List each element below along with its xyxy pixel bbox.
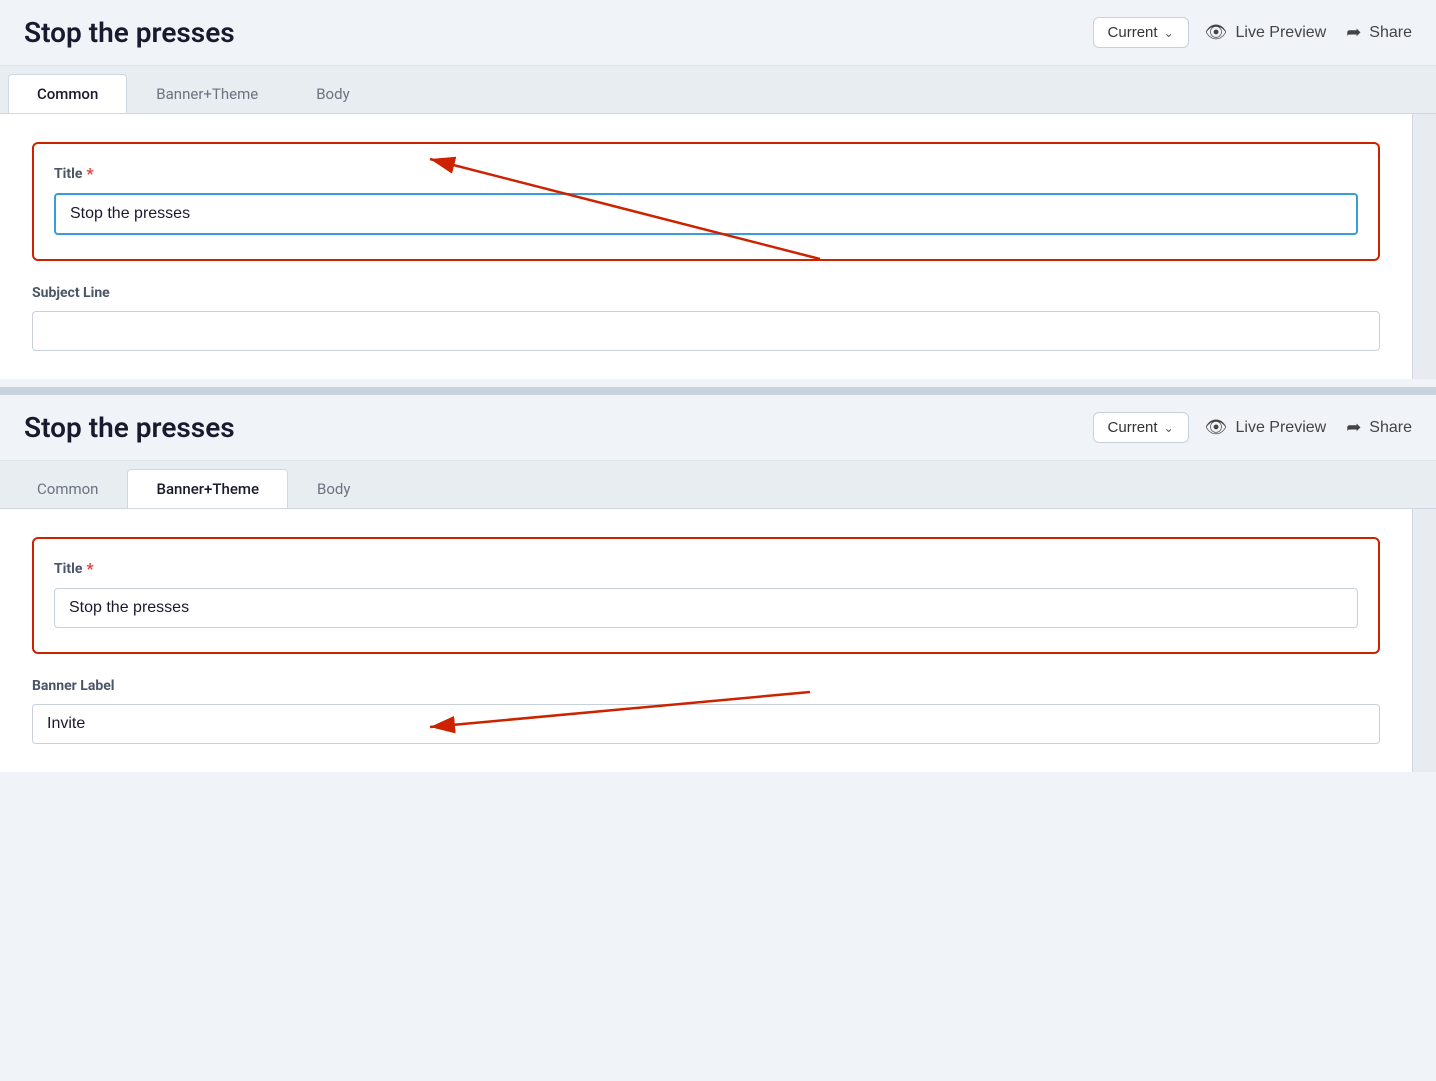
tab-common-bottom[interactable]: Common: [8, 469, 127, 508]
bottom-version-dropdown[interactable]: Current ⌄: [1093, 412, 1189, 443]
tab-common-top[interactable]: Common: [8, 74, 127, 113]
eye-icon: 👁: [1205, 22, 1228, 43]
bottom-panel: Stop the presses Current ⌄ 👁 Live Previe…: [0, 387, 1436, 772]
top-share-button[interactable]: ➦ Share: [1346, 22, 1412, 43]
panels-wrapper: Stop the presses Current ⌄ 👁 Live Previe…: [0, 0, 1436, 772]
bottom-title-input[interactable]: [54, 588, 1358, 628]
top-right-strip: [1412, 114, 1436, 379]
share-icon-bottom: ➦: [1346, 417, 1361, 438]
top-version-dropdown[interactable]: Current ⌄: [1093, 17, 1189, 48]
eye-icon-bottom: 👁: [1205, 417, 1228, 438]
top-header-actions: 👁 Live Preview ➦ Share: [1205, 22, 1412, 43]
top-panel: Stop the presses Current ⌄ 👁 Live Previe…: [0, 0, 1436, 379]
bottom-title-label: Title *: [54, 559, 1358, 578]
top-live-preview-button[interactable]: 👁 Live Preview: [1205, 22, 1327, 43]
bottom-live-preview-button[interactable]: 👁 Live Preview: [1205, 417, 1327, 438]
bottom-title-required-star: *: [86, 559, 93, 578]
tab-banner-theme-top[interactable]: Banner+Theme: [127, 74, 287, 113]
bottom-panel-title: Stop the presses: [24, 411, 1077, 444]
top-title-required-star: *: [86, 164, 93, 183]
top-subject-label: Subject Line: [32, 285, 1380, 301]
top-subject-section: Subject Line: [32, 285, 1380, 351]
bottom-main-content: Title * Banner Label: [0, 509, 1412, 772]
top-title-label: Title *: [54, 164, 1358, 183]
top-panel-title: Stop the presses: [24, 16, 1077, 49]
bottom-banner-label: Banner Label: [32, 678, 1380, 694]
bottom-banner-input[interactable]: [32, 704, 1380, 744]
bottom-title-highlighted: Title *: [32, 537, 1380, 654]
chevron-down-icon: ⌄: [1164, 26, 1174, 40]
top-title-input[interactable]: [54, 193, 1358, 235]
bottom-share-button[interactable]: ➦ Share: [1346, 417, 1412, 438]
bottom-panel-header: Stop the presses Current ⌄ 👁 Live Previe…: [0, 395, 1436, 461]
top-title-highlighted: Title *: [32, 142, 1380, 261]
tab-banner-theme-bottom[interactable]: Banner+Theme: [127, 469, 288, 508]
tab-body-bottom[interactable]: Body: [288, 469, 379, 508]
top-panel-header: Stop the presses Current ⌄ 👁 Live Previe…: [0, 0, 1436, 66]
chevron-down-icon-bottom: ⌄: [1164, 421, 1174, 435]
top-main-content: Title * Subject Line: [0, 114, 1412, 379]
share-icon: ➦: [1346, 22, 1361, 43]
bottom-banner-section: Banner Label: [32, 678, 1380, 744]
top-tab-bar: Common Banner+Theme Body: [0, 66, 1436, 114]
bottom-tab-bar: Common Banner+Theme Body: [0, 461, 1436, 509]
top-content-area: Title * Subject Line: [0, 114, 1436, 379]
bottom-right-strip: [1412, 509, 1436, 772]
bottom-header-actions: 👁 Live Preview ➦ Share: [1205, 417, 1412, 438]
tab-body-top[interactable]: Body: [287, 74, 378, 113]
bottom-content-area: Title * Banner Label: [0, 509, 1436, 772]
top-subject-input[interactable]: [32, 311, 1380, 351]
version-label: Current: [1108, 24, 1158, 41]
